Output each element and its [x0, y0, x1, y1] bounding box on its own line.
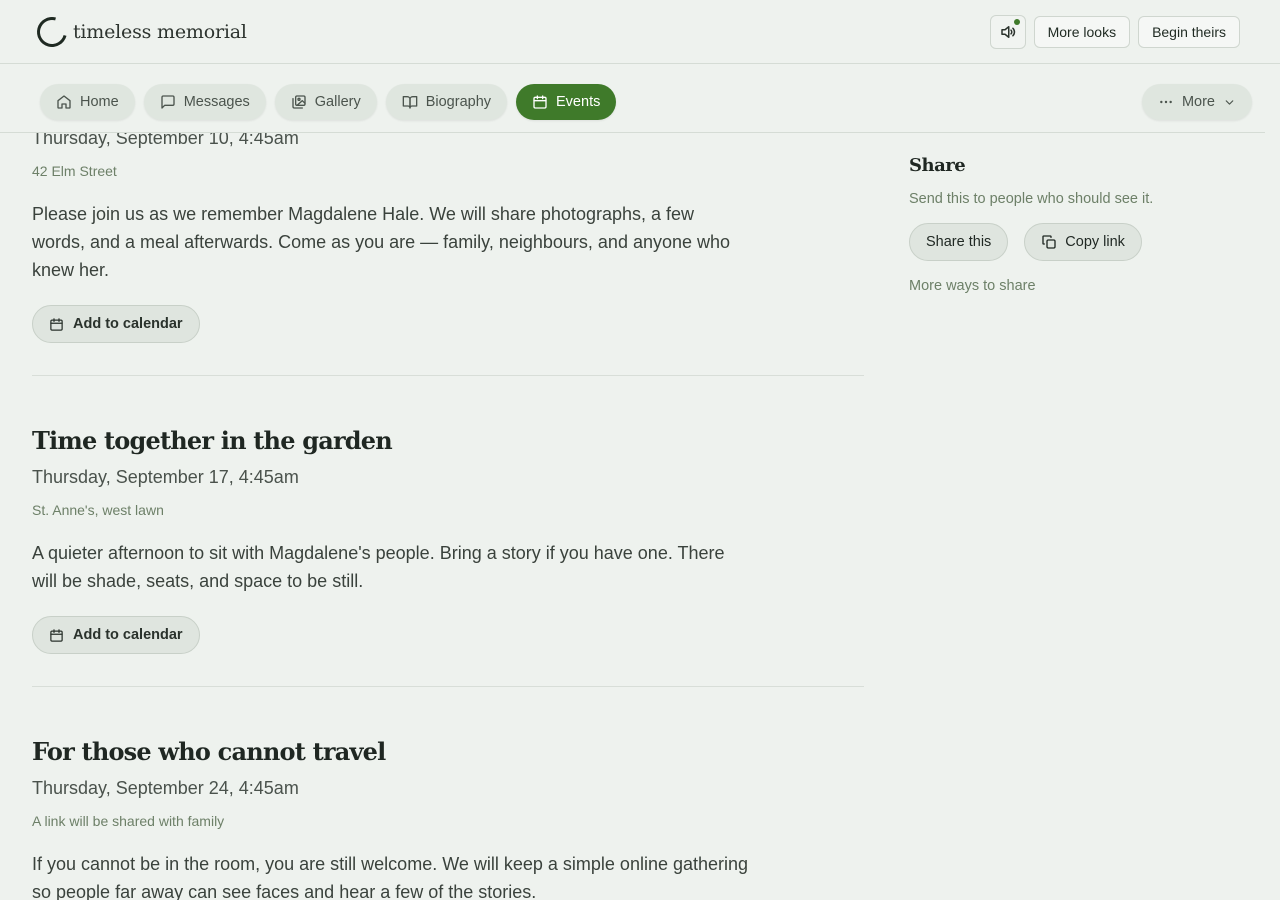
event-location: 42 Elm Street	[32, 163, 117, 179]
header-actions: More looks Begin theirs	[989, 15, 1240, 49]
sound-active-dot	[1013, 19, 1020, 25]
event-title: For those who cannot travel	[32, 737, 386, 766]
event-date: Thursday, September 24, 4:45am	[32, 778, 299, 798]
tab-messages[interactable]: Messages	[143, 84, 266, 120]
event-title: Time together in the garden	[32, 426, 393, 455]
site-logo[interactable]: timeless memorial	[31, 11, 247, 53]
more-ways-to-share-link[interactable]: More ways to share	[909, 278, 1229, 294]
event-description: Please join us as we remember Magdalene …	[32, 204, 731, 280]
event-location: St. Anne's, west lawn	[32, 502, 164, 518]
more-menu-button[interactable]: More	[1141, 84, 1252, 120]
share-title: Share	[909, 155, 966, 176]
logo-text: timeless memorial	[73, 21, 247, 43]
begin-theirs-button[interactable]: Begin theirs	[1138, 16, 1240, 48]
chevron-down-icon	[1225, 99, 1234, 105]
event-description: A quieter afternoon to sit with Magdalen…	[32, 543, 725, 591]
calendar-icon	[533, 95, 547, 109]
add-to-calendar-button[interactable]: Add to calendar	[32, 305, 200, 343]
event-description: If you cannot be in the room, you are st…	[32, 854, 749, 900]
logo-mark-icon	[31, 11, 73, 53]
message-icon	[161, 95, 175, 109]
add-to-calendar-label: Add to calendar	[73, 316, 183, 332]
share-this-button[interactable]: Share this	[909, 223, 1009, 261]
event-item: Time together in the garden Thursday, Se…	[32, 376, 864, 687]
copy-icon	[1042, 235, 1056, 249]
add-to-calendar-button[interactable]: Add to calendar	[32, 616, 200, 654]
main-nav: Home Messages Gallery Biography Events M…	[0, 65, 1265, 133]
sound-toggle-button[interactable]	[989, 15, 1026, 49]
calendar-icon	[50, 628, 63, 642]
event-item: Thursday, September 10, 4:45am 42 Elm St…	[32, 120, 864, 376]
home-icon	[57, 95, 71, 109]
copy-link-button[interactable]: Copy link	[1024, 223, 1142, 261]
tab-home-label: Home	[80, 94, 119, 110]
more-looks-button[interactable]: More looks	[1033, 16, 1131, 48]
share-buttons: Share this Copy link	[909, 223, 1229, 261]
top-header: timeless memorial More looks Begin their…	[0, 0, 1280, 64]
event-date: Thursday, September 17, 4:45am	[32, 467, 299, 487]
nav-tabs: Home Messages Gallery Biography Events	[40, 84, 617, 120]
tab-home[interactable]: Home	[40, 84, 135, 120]
tab-events[interactable]: Events	[516, 84, 617, 120]
share-panel: Share Send this to people who should see…	[909, 155, 1229, 294]
calendar-icon	[50, 317, 63, 331]
tab-biography-label: Biography	[425, 94, 492, 110]
tab-biography[interactable]: Biography	[385, 84, 508, 120]
copy-link-label: Copy link	[1065, 234, 1125, 250]
share-subtitle: Send this to people who should see it.	[909, 191, 1154, 207]
gallery-icon	[292, 95, 306, 109]
more-menu-label: More	[1181, 94, 1215, 110]
ellipsis-icon	[1160, 100, 1172, 104]
event-location: A link will be shared with family	[32, 813, 225, 829]
tab-messages-label: Messages	[183, 94, 250, 110]
tab-events-label: Events	[556, 94, 601, 110]
speaker-icon	[1000, 26, 1015, 38]
book-icon	[402, 96, 418, 109]
add-to-calendar-label: Add to calendar	[73, 627, 183, 643]
tab-gallery[interactable]: Gallery	[274, 84, 377, 120]
event-item: For those who cannot travel Thursday, Se…	[32, 687, 864, 900]
tab-gallery-label: Gallery	[314, 94, 361, 110]
